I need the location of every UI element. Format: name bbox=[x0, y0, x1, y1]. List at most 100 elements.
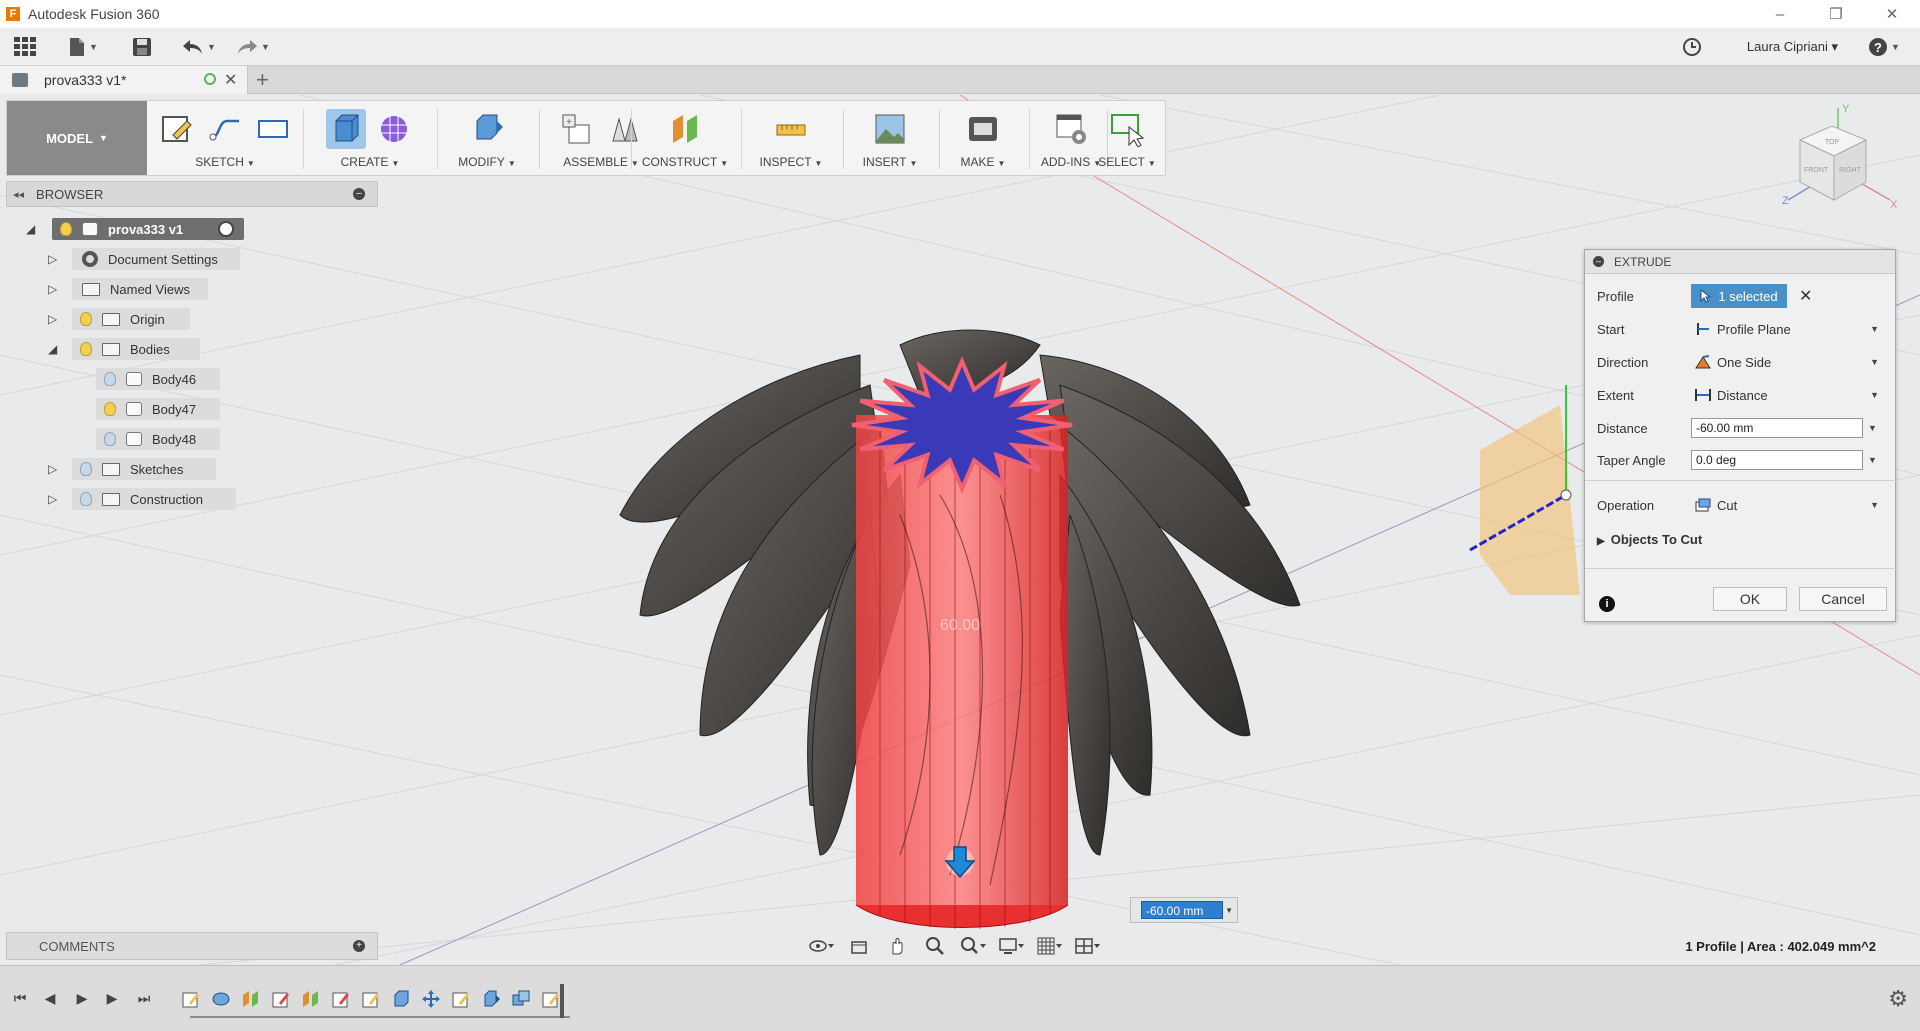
objects-to-cut-section[interactable]: ▶ Objects To Cut bbox=[1597, 532, 1702, 547]
expand-triangle-icon[interactable]: ▷ bbox=[48, 492, 57, 506]
3d-print-button[interactable] bbox=[963, 109, 1003, 149]
create-menu[interactable]: CREATE ▼ bbox=[307, 155, 433, 169]
insert-canvas-button[interactable] bbox=[870, 109, 910, 149]
modify-menu[interactable]: MODIFY ▼ bbox=[439, 155, 535, 169]
user-account-menu[interactable]: Laura Cipriani ▾ bbox=[1747, 39, 1838, 55]
timeline-feature-sketch[interactable] bbox=[270, 988, 292, 1010]
offset-plane-button[interactable] bbox=[665, 109, 705, 149]
viewcube[interactable]: Y Z X TOP FRONT RIGHT bbox=[1782, 100, 1902, 230]
help-button[interactable]: ? ▼ bbox=[1868, 36, 1900, 58]
timeline-feature-revolve[interactable] bbox=[210, 988, 232, 1010]
app-grid-icon[interactable] bbox=[14, 36, 36, 58]
grid-settings-button[interactable] bbox=[1034, 935, 1064, 957]
form-button[interactable] bbox=[374, 109, 414, 149]
visibility-bulb-icon[interactable] bbox=[80, 492, 92, 506]
timeline-feature-sketch-active[interactable] bbox=[540, 988, 562, 1010]
visibility-bulb-icon[interactable] bbox=[80, 342, 92, 356]
restore-button[interactable]: ❐ bbox=[1808, 0, 1864, 28]
fit-button[interactable] bbox=[958, 935, 988, 957]
go-to-end-button[interactable]: ⏭ bbox=[134, 988, 154, 1008]
root-component-chip[interactable]: prova333 v1 bbox=[52, 218, 244, 240]
step-back-button[interactable]: ◀ bbox=[40, 988, 60, 1008]
distance-manipulator-input[interactable]: -60.00 mm bbox=[1141, 901, 1223, 919]
expand-triangle-icon[interactable]: ▷ bbox=[48, 462, 57, 476]
expand-triangle-icon[interactable]: ▷ bbox=[48, 282, 57, 296]
collapse-triangle-icon[interactable]: ◢ bbox=[48, 342, 57, 356]
info-icon[interactable]: i bbox=[1599, 596, 1615, 612]
visibility-bulb-icon[interactable] bbox=[104, 432, 116, 446]
add-comment-icon[interactable]: + bbox=[353, 940, 365, 952]
visibility-bulb-icon[interactable] bbox=[104, 372, 116, 386]
collapse-panel-icon[interactable]: ◂◂ bbox=[13, 188, 24, 201]
look-at-button[interactable] bbox=[844, 935, 874, 957]
taper-angle-input[interactable]: 0.0 deg bbox=[1691, 450, 1863, 470]
go-to-start-button[interactable]: ⏮ bbox=[10, 988, 30, 1008]
timeline-feature-press-pull[interactable] bbox=[480, 988, 502, 1010]
new-component-button[interactable]: + bbox=[557, 109, 597, 149]
construct-menu[interactable]: CONSTRUCT ▼ bbox=[633, 155, 737, 169]
measure-button[interactable] bbox=[771, 109, 811, 149]
select-button[interactable] bbox=[1107, 109, 1147, 149]
clear-selection-icon[interactable]: ✕ bbox=[1799, 286, 1812, 306]
zoom-button[interactable] bbox=[920, 935, 950, 957]
start-dropdown[interactable]: Profile Plane ▼ bbox=[1691, 318, 1883, 340]
visibility-bulb-icon[interactable] bbox=[60, 222, 72, 236]
make-menu[interactable]: MAKE ▼ bbox=[941, 155, 1025, 169]
ok-button[interactable]: OK bbox=[1713, 587, 1787, 611]
cancel-button[interactable]: Cancel bbox=[1799, 587, 1887, 611]
timeline-marker[interactable] bbox=[560, 984, 564, 1018]
profile-selection-button[interactable]: 1 selected bbox=[1691, 284, 1787, 308]
timeline-feature-plane[interactable] bbox=[300, 988, 322, 1010]
select-menu[interactable]: SELECT ▼ bbox=[1087, 155, 1167, 169]
extrude-button[interactable] bbox=[326, 109, 366, 149]
visibility-bulb-icon[interactable] bbox=[104, 402, 116, 416]
orbit-button[interactable] bbox=[806, 935, 836, 957]
comments-panel-header[interactable]: COMMENTS + bbox=[6, 932, 378, 960]
visibility-bulb-icon[interactable] bbox=[80, 312, 92, 326]
insert-menu[interactable]: INSERT ▼ bbox=[845, 155, 935, 169]
redo-button[interactable]: ▼ bbox=[236, 36, 270, 58]
pan-button[interactable] bbox=[882, 935, 912, 957]
chevron-down-icon[interactable]: ▼ bbox=[1868, 455, 1877, 465]
extent-dropdown[interactable]: Distance ▼ bbox=[1691, 384, 1883, 406]
step-forward-button[interactable]: ▶ bbox=[102, 988, 122, 1008]
collapse-dialog-icon[interactable]: – bbox=[1593, 256, 1604, 267]
save-button[interactable] bbox=[132, 36, 152, 58]
scripts-addins-button[interactable] bbox=[1051, 109, 1091, 149]
timeline-feature-sketch[interactable] bbox=[330, 988, 352, 1010]
timeline-feature-combine[interactable] bbox=[510, 988, 532, 1010]
create-sketch-button[interactable] bbox=[157, 109, 197, 149]
display-settings-button[interactable] bbox=[996, 935, 1026, 957]
operation-dropdown[interactable]: Cut ▼ bbox=[1691, 494, 1883, 516]
expand-triangle-icon[interactable]: ▷ bbox=[48, 252, 57, 266]
timeline-feature-sketch[interactable] bbox=[450, 988, 472, 1010]
workspace-switcher[interactable]: MODEL ▼ bbox=[7, 101, 147, 175]
new-tab-button[interactable]: + bbox=[256, 67, 269, 93]
press-pull-button[interactable] bbox=[467, 109, 507, 149]
chevron-down-icon[interactable]: ▼ bbox=[1225, 906, 1233, 915]
timeline-feature-move[interactable] bbox=[420, 988, 442, 1010]
inspect-menu[interactable]: INSPECT ▼ bbox=[743, 155, 839, 169]
file-menu-button[interactable]: ▼ bbox=[68, 36, 98, 58]
undo-button[interactable]: ▼ bbox=[182, 36, 216, 58]
job-status-button[interactable] bbox=[1682, 36, 1702, 58]
timeline-settings-gear-icon[interactable]: ⚙ bbox=[1888, 986, 1908, 1012]
line-tool-button[interactable] bbox=[205, 109, 245, 149]
sketch-menu[interactable]: SKETCH ▼ bbox=[151, 155, 299, 169]
timeline-feature-sketch[interactable] bbox=[360, 988, 382, 1010]
extrude-dialog-header[interactable]: – EXTRUDE bbox=[1585, 250, 1895, 274]
timeline-feature-sketch[interactable] bbox=[180, 988, 202, 1010]
browser-panel-header[interactable]: ◂◂ BROWSER – bbox=[6, 181, 378, 207]
activate-component-icon[interactable] bbox=[218, 221, 234, 237]
distance-input[interactable]: -60.00 mm bbox=[1691, 418, 1863, 438]
visibility-bulb-icon[interactable] bbox=[80, 462, 92, 476]
play-button[interactable]: ▶ bbox=[72, 988, 92, 1008]
timeline-feature-plane[interactable] bbox=[240, 988, 262, 1010]
minimize-button[interactable]: – bbox=[1752, 0, 1808, 28]
collapse-triangle-icon[interactable]: ◢ bbox=[26, 222, 35, 236]
direction-dropdown[interactable]: One Side ▼ bbox=[1691, 351, 1883, 373]
viewports-button[interactable] bbox=[1072, 935, 1102, 957]
timeline-feature-extrude[interactable] bbox=[390, 988, 412, 1010]
close-window-button[interactable]: ✕ bbox=[1864, 0, 1920, 28]
chevron-down-icon[interactable]: ▼ bbox=[1868, 423, 1877, 433]
